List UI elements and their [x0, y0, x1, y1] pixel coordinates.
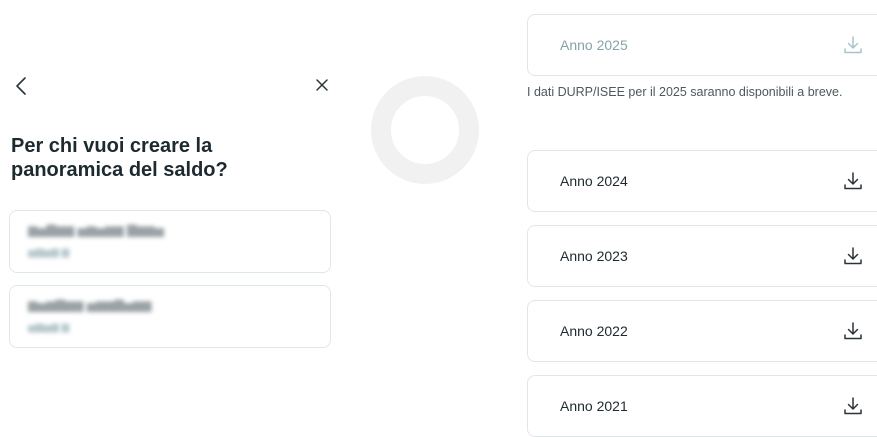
year-label: Anno 2021: [560, 398, 628, 414]
year-item-2022[interactable]: Anno 2022: [527, 300, 877, 362]
download-icon[interactable]: [842, 245, 864, 267]
close-icon: [316, 79, 328, 91]
account-option[interactable]: ▆▅▇▆▆ ▅▆▅▆▆ ▇▆▆▅ ▅▆▅▆ ▆: [9, 210, 331, 273]
account-selection-panel: Per chi vuoi creare la panoramica del sa…: [0, 0, 340, 432]
download-icon[interactable]: [842, 170, 864, 192]
year-item-2024[interactable]: Anno 2024: [527, 150, 877, 212]
year-label: Anno 2023: [560, 248, 628, 264]
download-icon: [842, 34, 864, 56]
account-holder-name: ▆▅▇▆▆ ▅▆▅▆▆ ▇▆▆▅: [28, 223, 164, 237]
year-item-2025: Anno 2025: [527, 14, 877, 76]
year-label: Anno 2025: [560, 37, 628, 53]
back-button[interactable]: [8, 72, 36, 100]
download-icon[interactable]: [842, 320, 864, 342]
watermark-logo: [371, 76, 479, 184]
close-button[interactable]: [309, 72, 335, 98]
year-item-2023[interactable]: Anno 2023: [527, 225, 877, 287]
availability-note: I dati DURP/ISEE per il 2025 saranno dis…: [527, 85, 843, 99]
year-label: Anno 2024: [560, 173, 628, 189]
account-number: ▅▆▅▆ ▆: [28, 247, 70, 258]
chevron-left-icon: [16, 77, 26, 95]
account-number: ▅▆▅▆ ▆: [28, 322, 70, 333]
year-download-panel: Anno 2025 I dati DURP/ISEE per il 2025 s…: [515, 0, 877, 437]
page-title: Per chi vuoi creare la panoramica del sa…: [11, 135, 228, 181]
year-item-2021[interactable]: Anno 2021: [527, 375, 877, 437]
year-label: Anno 2022: [560, 323, 628, 339]
account-holder-name: ▆▅▆▇▆▆ ▅▆▆▇▅▆▆: [28, 298, 152, 312]
download-icon[interactable]: [842, 395, 864, 417]
account-option[interactable]: ▆▅▆▇▆▆ ▅▆▆▇▅▆▆ ▅▆▅▆ ▆: [9, 285, 331, 348]
